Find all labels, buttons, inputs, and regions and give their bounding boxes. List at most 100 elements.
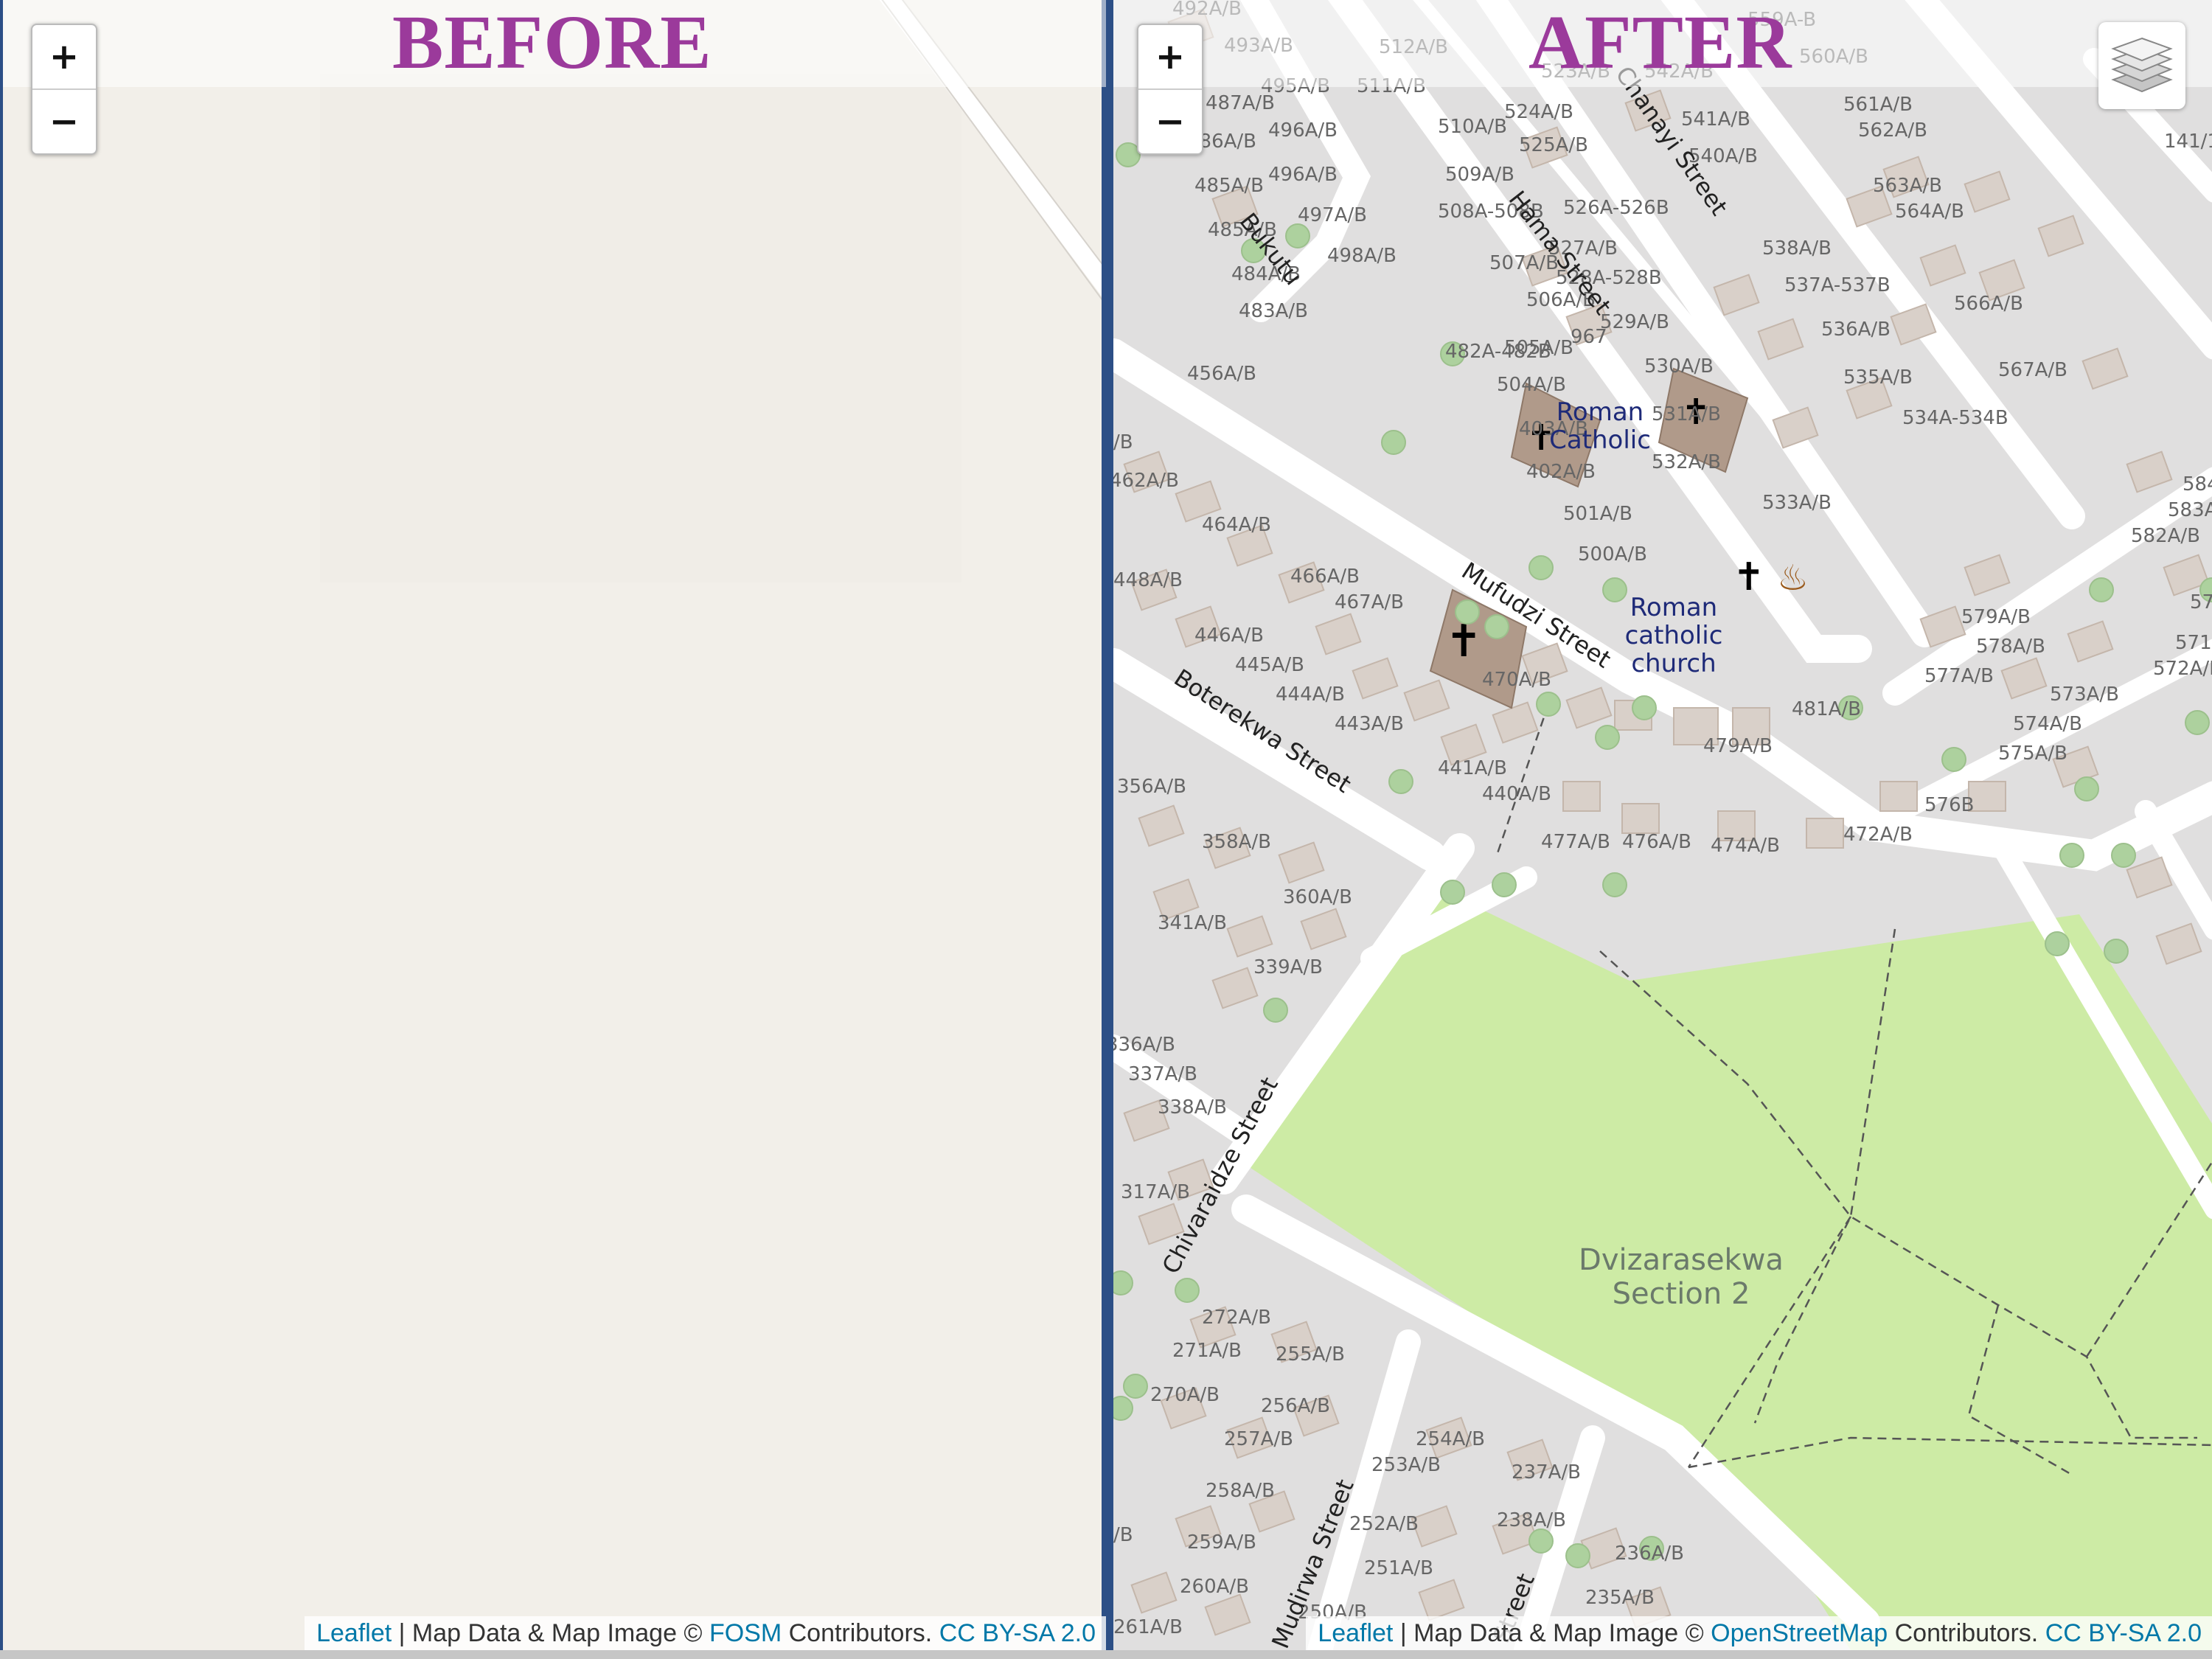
svg-text:564A/B: 564A/B — [1895, 201, 1964, 223]
area-label-line2: Section 2 — [1613, 1277, 1750, 1311]
svg-text:358A/B: 358A/B — [1202, 831, 1271, 853]
before-license-link[interactable]: CC BY-SA 2.0 — [939, 1619, 1096, 1647]
svg-text:261A/B: 261A/B — [1113, 1616, 1183, 1638]
svg-text:446A/B: 446A/B — [1194, 625, 1264, 647]
before-zoom-control: + − — [31, 24, 97, 155]
svg-text:440A/B: 440A/B — [1482, 783, 1551, 805]
svg-text:497A/B: 497A/B — [1298, 204, 1367, 226]
svg-text:252A/B: 252A/B — [1349, 1513, 1419, 1535]
before-attribution: Leaflet | Map Data & Map Image © FOSM Co… — [305, 1616, 1106, 1650]
svg-text:500A/B: 500A/B — [1578, 543, 1647, 566]
svg-text:271A/B: 271A/B — [1172, 1340, 1242, 1362]
after-attribution-separator: | — [1393, 1619, 1414, 1647]
svg-text:402A/B: 402A/B — [1526, 461, 1596, 483]
svg-text:526A-526B: 526A-526B — [1563, 197, 1669, 219]
svg-text:237A/B: 237A/B — [1512, 1461, 1581, 1484]
svg-text:476A/B: 476A/B — [1622, 831, 1691, 853]
after-attribution-suffix: Contributors. — [1888, 1619, 2045, 1647]
before-leaflet-link[interactable]: Leaflet — [316, 1619, 392, 1647]
svg-text:534A-534B: 534A-534B — [1902, 407, 2008, 429]
svg-text:574A/B: 574A/B — [2013, 713, 2082, 735]
svg-text:477A/B: 477A/B — [1541, 831, 1610, 853]
svg-text:535A/B: 535A/B — [1843, 366, 1913, 389]
svg-text:356A/B: 356A/B — [1117, 776, 1186, 798]
svg-text:510A/B: 510A/B — [1438, 116, 1507, 138]
svg-text:579A/B: 579A/B — [1961, 606, 2031, 628]
svg-text:577A/B: 577A/B — [1924, 665, 1994, 687]
svg-text:259A/B: 259A/B — [1187, 1531, 1256, 1554]
after-zoom-control: + − — [1137, 24, 1203, 155]
svg-text:336A/B: 336A/B — [1113, 1034, 1175, 1056]
svg-text:456A/B: 456A/B — [1187, 363, 1256, 385]
before-attribution-prefix: Map Data & Map Image © — [411, 1619, 709, 1647]
svg-text:496A/B: 496A/B — [1268, 119, 1338, 142]
svg-text:467A/B: 467A/B — [1335, 591, 1404, 613]
svg-text:338A/B: 338A/B — [1158, 1096, 1227, 1119]
svg-text:583A/B: 583A/B — [2168, 499, 2212, 521]
svg-text:576B: 576B — [1924, 794, 1974, 816]
svg-text:496A/B: 496A/B — [1268, 164, 1338, 186]
after-map-tiles: ✝ ✝ ✝ ✝ ♨ 487A/B 510A/B524A/B525A/B 541A… — [1113, 0, 2212, 1650]
before-source-link[interactable]: FOSM — [709, 1619, 782, 1647]
svg-text:537A-537B: 537A-537B — [1784, 274, 1891, 296]
svg-text:481A/B: 481A/B — [1792, 698, 1861, 720]
svg-text:567A/B: 567A/B — [1998, 359, 2067, 381]
svg-text:571A: 571A — [2175, 632, 2212, 654]
after-source-link[interactable]: OpenStreetMap — [1711, 1619, 1888, 1647]
svg-text:141/1: 141/1 — [2164, 131, 2212, 153]
svg-text:270A/B: 270A/B — [1150, 1384, 1220, 1406]
svg-text:561A/B: 561A/B — [1843, 94, 1913, 116]
after-zoom-in-button[interactable]: + — [1138, 25, 1202, 88]
svg-text:443A/B: 443A/B — [1335, 713, 1404, 735]
svg-text:573A/B: 573A/B — [2050, 684, 2119, 706]
poi-label-church-line2: catholic — [1625, 621, 1723, 650]
before-zoom-in-button[interactable]: + — [32, 25, 96, 88]
svg-text:258A/B: 258A/B — [1206, 1480, 1275, 1502]
svg-text:235A/B: 235A/B — [1585, 1587, 1655, 1609]
svg-text:529A/B: 529A/B — [1600, 311, 1669, 333]
svg-text:570: 570 — [2190, 591, 2212, 613]
church-icon-4: ✝ — [1733, 555, 1765, 599]
svg-text:536A/B: 536A/B — [1821, 319, 1891, 341]
svg-text:/B: /B — [1113, 431, 1133, 453]
before-zoom-out-button[interactable]: − — [32, 88, 96, 153]
svg-text:466A/B: 466A/B — [1290, 566, 1360, 588]
svg-text:339A/B: 339A/B — [1253, 956, 1323, 978]
after-map-pane[interactable]: ✝ ✝ ✝ ✝ ♨ 487A/B 510A/B 524A/B 525A/B 54… — [1110, 0, 2212, 1650]
before-title: BEFORE — [392, 0, 712, 85]
svg-text:562A/B: 562A/B — [1858, 119, 1927, 142]
svg-text:525A/B: 525A/B — [1519, 134, 1588, 156]
poi-label-church-line1: Roman — [1630, 593, 1717, 622]
svg-text:260A/B: 260A/B — [1180, 1576, 1249, 1598]
svg-text:448A/B: 448A/B — [1113, 569, 1183, 591]
svg-text:341A/B: 341A/B — [1158, 912, 1227, 934]
svg-text:441A/B: 441A/B — [1438, 757, 1507, 779]
before-map-tiles — [3, 0, 1106, 1650]
svg-text:444A/B: 444A/B — [1276, 684, 1345, 706]
svg-text:582A/B: 582A/B — [2131, 525, 2200, 547]
svg-text:483A/B: 483A/B — [1239, 300, 1308, 322]
before-attribution-separator: | — [392, 1619, 412, 1647]
after-leaflet-link[interactable]: Leaflet — [1318, 1619, 1393, 1647]
svg-text:/B: /B — [1113, 1524, 1133, 1546]
svg-text:566A/B: 566A/B — [1954, 293, 2023, 315]
comparison-view: BEFORE + − Leaflet | Map Data & Map Imag… — [0, 0, 2212, 1659]
after-zoom-out-button[interactable]: − — [1138, 88, 1202, 153]
svg-text:524A/B: 524A/B — [1504, 101, 1573, 123]
before-map-pane[interactable]: BEFORE + − Leaflet | Map Data & Map Imag… — [0, 0, 1106, 1650]
svg-text:541A/B: 541A/B — [1681, 108, 1750, 131]
layers-icon[interactable] — [2098, 22, 2185, 109]
poi-label-roman-catholic-line2: Catholic — [1549, 425, 1651, 455]
svg-text:470A/B: 470A/B — [1482, 669, 1551, 691]
svg-text:255A/B: 255A/B — [1276, 1343, 1345, 1366]
svg-text:272A/B: 272A/B — [1202, 1307, 1271, 1329]
after-attribution-prefix: Map Data & Map Image © — [1413, 1619, 1711, 1647]
svg-text:317A/B: 317A/B — [1121, 1181, 1190, 1203]
water-tap-icon: ♨ — [1777, 557, 1809, 599]
svg-text:360A/B: 360A/B — [1283, 886, 1352, 908]
svg-text:464A/B: 464A/B — [1202, 514, 1271, 536]
svg-text:967: 967 — [1571, 326, 1607, 348]
after-license-link[interactable]: CC BY-SA 2.0 — [2045, 1619, 2202, 1647]
svg-text:578A/B: 578A/B — [1976, 636, 2045, 658]
svg-text:257A/B: 257A/B — [1224, 1428, 1293, 1450]
